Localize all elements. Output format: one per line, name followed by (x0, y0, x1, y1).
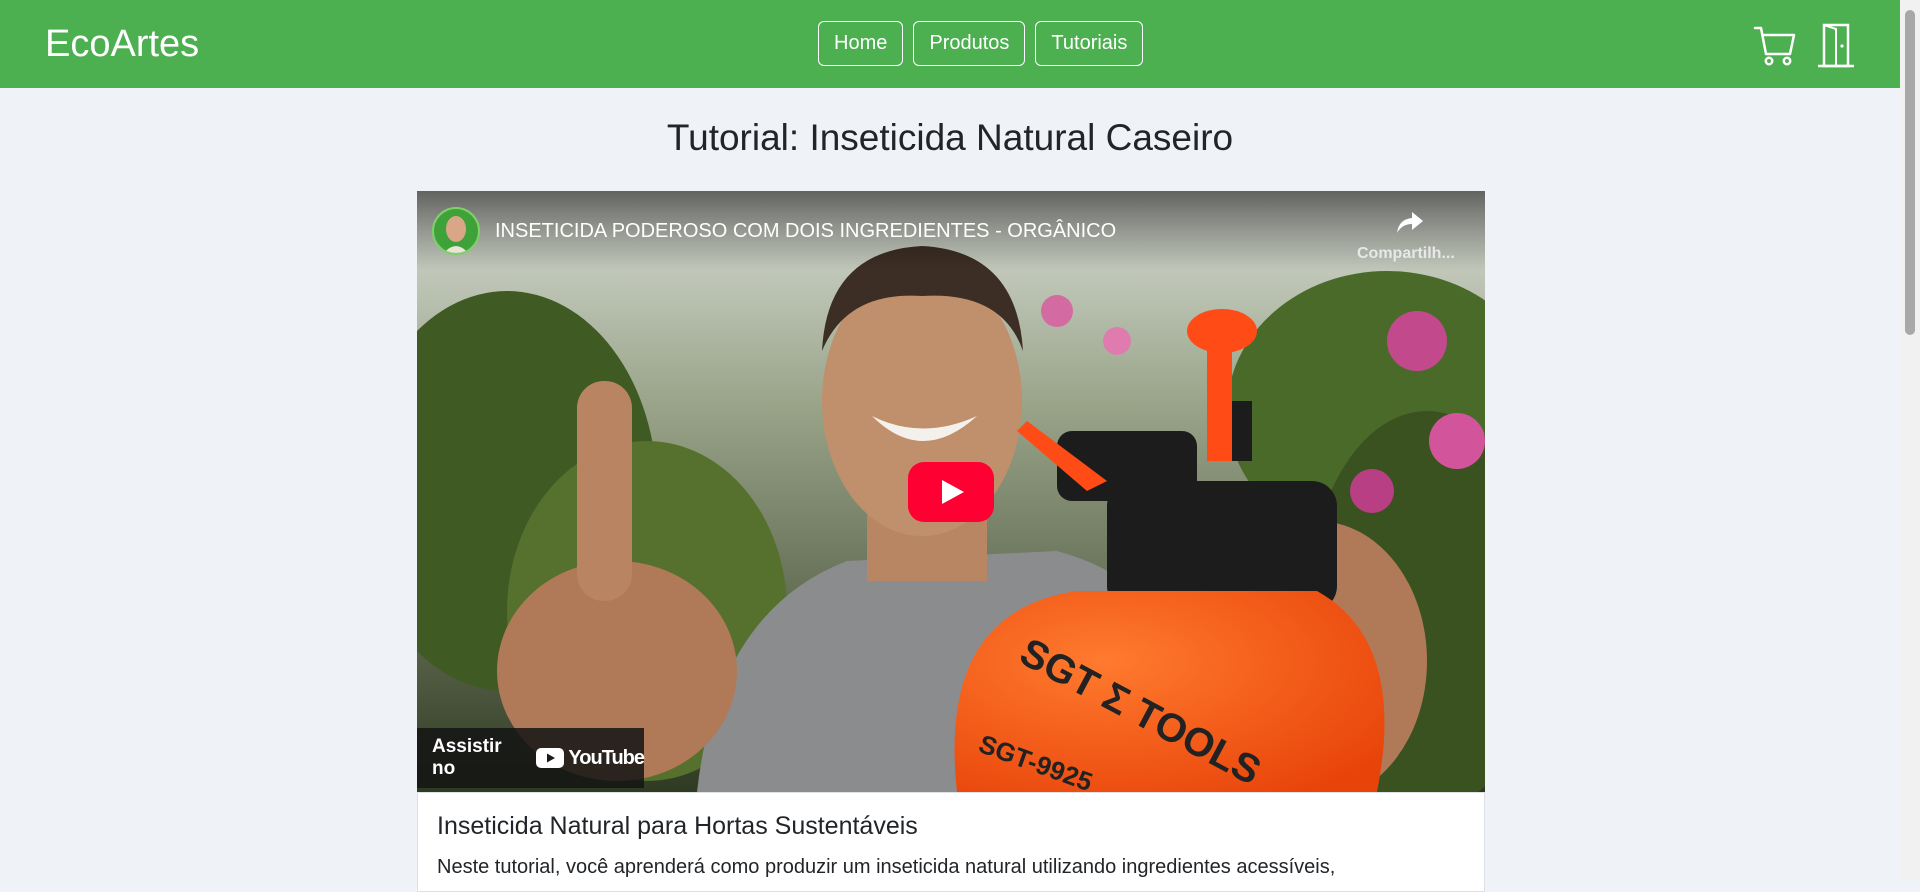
youtube-wordmark: YouTube (568, 746, 645, 769)
navbar: EcoArtes Home Produtos Tutoriais (0, 0, 1900, 88)
channel-avatar[interactable] (432, 207, 480, 255)
cart-icon[interactable] (1752, 22, 1798, 68)
nav-home-button[interactable]: Home (818, 21, 904, 66)
share-label[interactable]: Compartilh... (1357, 245, 1455, 263)
page-title: Tutorial: Inseticida Natural Caseiro (666, 117, 1234, 158)
video-title[interactable]: INSETICIDA PODEROSO COM DOIS INGREDIENTE… (495, 219, 1116, 243)
nav-tutoriais-button[interactable]: Tutoriais (1035, 21, 1144, 66)
tutorial-card: Inseticida Natural para Hortas Sustentáv… (417, 792, 1485, 892)
video-player[interactable]: SGT Σ TOOLS SGT-9925 INSETICIDA PODEROSO… (417, 191, 1485, 792)
nav-links: Home Produtos Tutoriais (818, 21, 1144, 68)
door-icon[interactable] (1816, 22, 1856, 68)
brand-logo[interactable]: EcoArtes (45, 22, 199, 66)
share-icon[interactable] (1395, 207, 1425, 237)
play-button[interactable] (908, 462, 994, 522)
scrollbar[interactable] (1900, 0, 1920, 879)
watch-on-youtube-button[interactable]: Assistir no YouTube (417, 728, 645, 788)
card-text: Neste tutorial, você aprenderá como prod… (437, 856, 1336, 878)
scrollbar-thumb[interactable] (1905, 10, 1915, 335)
nav-produtos-button[interactable]: Produtos (913, 21, 1026, 66)
watch-on-label: Assistir no (432, 736, 502, 779)
youtube-logo: YouTube (536, 746, 645, 770)
card-title: Inseticida Natural para Hortas Sustentáv… (437, 812, 918, 840)
youtube-play-icon (536, 748, 565, 768)
